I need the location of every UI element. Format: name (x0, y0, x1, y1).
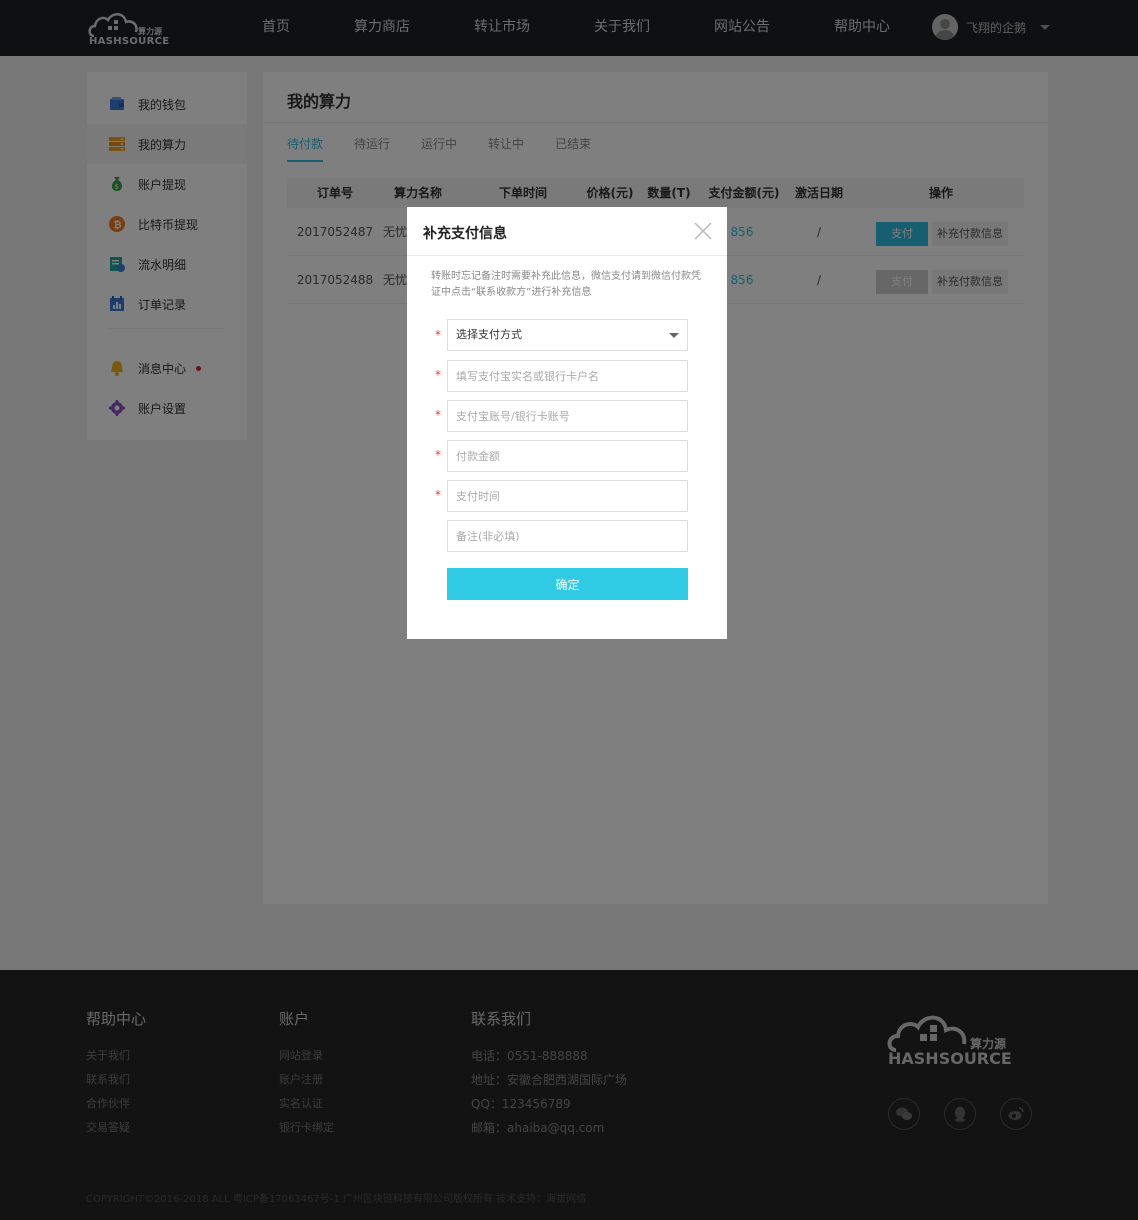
payment-info-modal: 补充支付信息 转账时忘记备注时需要补充此信息，微信支付请到微信付款凭证中点击“联… (407, 207, 727, 639)
chevron-down-icon (669, 333, 679, 338)
required-mark: * (435, 408, 441, 422)
payment-time-input[interactable] (447, 480, 688, 512)
remark-input[interactable] (447, 520, 688, 552)
required-mark: * (435, 448, 441, 462)
select-value: 选择支付方式 (456, 328, 522, 341)
account-name-input[interactable] (447, 360, 688, 392)
modal-title: 补充支付信息 (423, 226, 507, 242)
required-mark: * (435, 488, 441, 502)
payment-method-select[interactable]: 选择支付方式 (447, 319, 688, 351)
payment-amount-input[interactable] (447, 440, 688, 472)
account-number-input[interactable] (447, 400, 688, 432)
modal-divider (407, 255, 727, 256)
confirm-button[interactable]: 确定 (447, 568, 688, 600)
required-mark: * (435, 368, 441, 382)
required-mark: * (435, 328, 441, 342)
modal-note: 转账时忘记备注时需要补充此信息，微信支付请到微信付款凭证中点击“联系收款方”进行… (431, 271, 701, 298)
close-icon[interactable] (693, 221, 713, 241)
